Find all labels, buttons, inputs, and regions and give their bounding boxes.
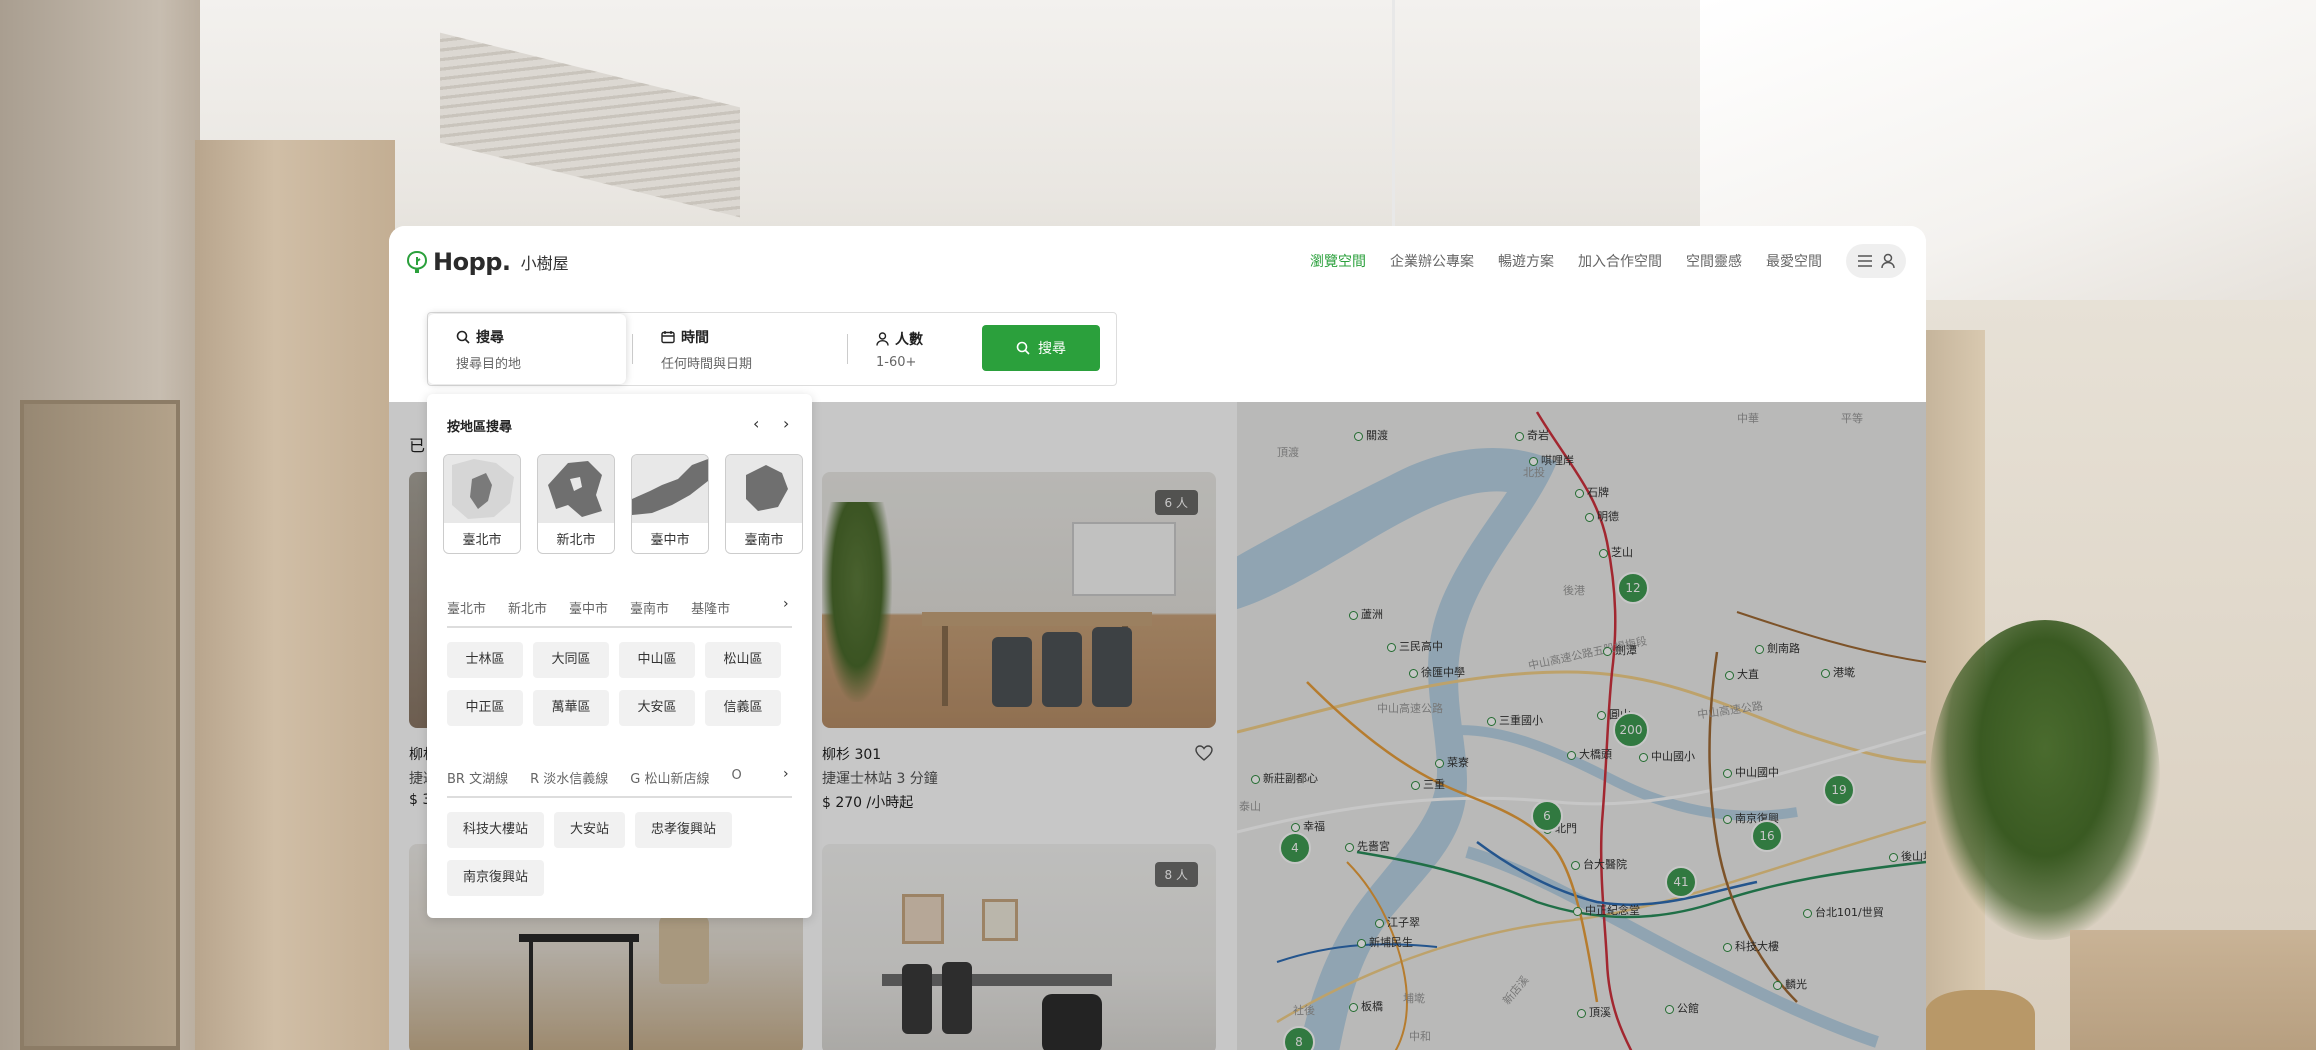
pendant-wire [1392,0,1395,230]
city-name: 新北市 [538,523,614,553]
district-chip[interactable]: 大安區 [619,690,695,726]
station-chips: 科技大樓站 大安站 忠孝復興站 南京復興站 [447,812,797,896]
city-card-taipei[interactable]: 臺北市 [443,454,521,554]
city-name: 臺中市 [632,523,708,553]
station-chip[interactable]: 科技大樓站 [447,812,545,848]
nav-enterprise[interactable]: 企業辦公專案 [1390,251,1474,271]
header: Hopp. 小樹屋 瀏覽空間 企業辦公專案 暢遊方案 加入合作空間 空間靈感 最… [389,226,1926,402]
dropdown-title: 按地區搜尋 [447,420,513,435]
account-menu-button[interactable] [1846,244,1906,278]
metro-line-tabs: BR 文湖線 R 淡水信義線 G 松山新店線 O [447,768,792,787]
metro-line-tab[interactable]: R 淡水信義線 [530,768,608,787]
plant-pot [1925,990,2035,1050]
app-window: Hopp. 小樹屋 瀏覽空間 企業辦公專案 暢遊方案 加入合作空間 空間靈感 最… [389,226,1926,1050]
search-button[interactable]: 搜尋 [982,325,1100,371]
district-chip[interactable]: 松山區 [705,642,781,678]
search-button-label: 搜尋 [1038,341,1066,357]
region-dropdown: 按地區搜尋 ‹ › 臺北市 新北市 臺中市 臺南市 臺北市 新北市 臺中市 臺南… [427,394,812,918]
city-tabs: 臺北市 新北市 臺中市 臺南市 基隆市 [447,598,792,617]
calendar-icon [661,330,675,343]
tainan-map-icon [726,455,802,523]
hamburger-icon [1858,255,1872,267]
metro-line-tab[interactable]: G 松山新店線 [630,768,709,787]
date-field[interactable]: 時間 任何時間與日期 [633,313,847,385]
user-icon [1881,253,1895,269]
city-tab[interactable]: 新北市 [508,598,547,617]
search-icon [456,330,470,344]
nav-plans[interactable]: 暢遊方案 [1498,251,1554,271]
station-chip[interactable]: 南京復興站 [447,860,545,896]
district-chip[interactable]: 大同區 [533,642,609,678]
district-chip[interactable]: 中山區 [619,642,695,678]
district-chip[interactable]: 信義區 [705,690,781,726]
chevron-right-icon[interactable]: › [783,414,789,433]
nav-join-partner[interactable]: 加入合作空間 [1578,251,1662,271]
nav-browse-spaces[interactable]: 瀏覽空間 [1310,251,1366,271]
nav-inspiration[interactable]: 空間靈感 [1686,251,1742,271]
station-chip[interactable]: 忠孝復興站 [635,812,733,848]
new-taipei-map-icon [538,455,614,523]
chevron-right-icon[interactable]: › [783,766,789,782]
nav-favorites[interactable]: 最愛空間 [1766,251,1822,271]
wood-door [20,400,180,1050]
district-chip[interactable]: 士林區 [447,642,523,678]
district-chips: 士林區 大同區 中山區 松山區 中正區 萬華區 大安區 信義區 [447,642,797,726]
brand-subtitle: 小樹屋 [520,254,569,273]
search-icon [1016,341,1030,355]
chevron-right-icon[interactable]: › [783,596,789,612]
destination-value: 搜尋目的地 [456,356,522,372]
district-chip[interactable]: 中正區 [447,690,523,726]
guests-field[interactable]: 人數 1-60+ [848,313,978,385]
plant [1930,620,2160,940]
station-chip[interactable]: 大安站 [554,812,626,848]
city-card-taichung[interactable]: 臺中市 [631,454,709,554]
metro-line-tab[interactable]: O [731,768,741,787]
tree-logo-icon [407,251,427,273]
logo[interactable]: Hopp. 小樹屋 [407,248,569,276]
destination-label: 搜尋 [476,329,504,346]
city-name: 臺南市 [726,523,802,553]
metro-line-tab[interactable]: BR 文湖線 [447,768,508,787]
brand-name: Hopp. [433,248,511,276]
district-chip[interactable]: 萬華區 [533,690,609,726]
tab-divider [447,796,792,798]
city-tab[interactable]: 基隆市 [691,598,730,617]
taipei-map-icon [444,455,520,523]
wood-panel [195,140,395,1050]
city-card-tainan[interactable]: 臺南市 [725,454,803,554]
city-tab[interactable]: 臺北市 [447,598,486,617]
tab-divider [447,626,792,628]
city-tab[interactable]: 臺中市 [569,598,608,617]
search-bar: 搜尋 搜尋目的地 時間 任何時間與日期 人數 1-60+ 搜尋 [427,312,1117,386]
chevron-left-icon[interactable]: ‹ [753,414,759,433]
person-icon [876,331,889,346]
city-carousel: 臺北市 新北市 臺中市 臺南市 [443,454,803,554]
guests-value: 1-60+ [876,354,917,370]
cabinet [2070,930,2316,1050]
taichung-map-icon [632,455,708,523]
top-nav: 瀏覽空間 企業辦公專案 暢遊方案 加入合作空間 空間靈感 最愛空間 [1310,244,1906,278]
destination-field[interactable]: 搜尋 搜尋目的地 [428,314,626,384]
date-value: 任何時間與日期 [661,356,753,372]
guests-label: 人數 [895,331,923,348]
date-label: 時間 [681,329,709,346]
city-name: 臺北市 [444,523,520,553]
city-card-new-taipei[interactable]: 新北市 [537,454,615,554]
city-tab[interactable]: 臺南市 [630,598,669,617]
